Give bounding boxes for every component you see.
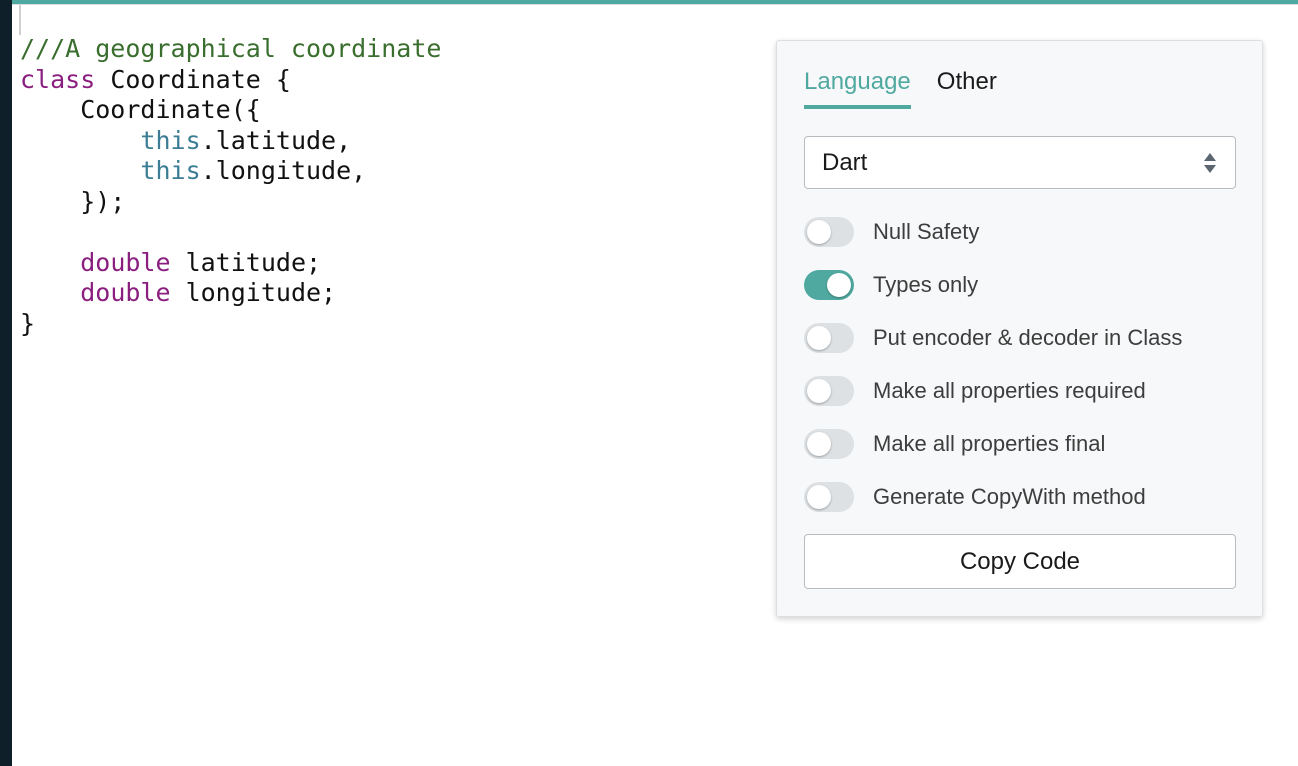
code-token-keyword: double bbox=[80, 247, 171, 277]
switch-knob bbox=[807, 432, 831, 456]
code-token-keyword: class bbox=[20, 64, 96, 94]
toggle-row-null-safety: Null Safety bbox=[804, 217, 979, 247]
switch-knob bbox=[807, 220, 831, 244]
code-token-plain: Coordinate({ bbox=[20, 95, 261, 124]
final-switch[interactable] bbox=[804, 429, 854, 459]
code-token-plain: Coordinate { bbox=[95, 64, 291, 94]
code-line: Coordinate({ bbox=[20, 95, 760, 126]
toggle-label: Make all properties final bbox=[873, 431, 1106, 456]
code-token-this: this bbox=[140, 156, 201, 185]
code-token-comment: ///A geographical coordinate bbox=[20, 34, 442, 63]
toggle-label: Make all properties required bbox=[873, 378, 1146, 403]
options-panel: Language Other Dart Null Safety Types on… bbox=[776, 40, 1263, 617]
code-line: double latitude; bbox=[20, 248, 760, 279]
code-line: } bbox=[20, 309, 760, 340]
select-arrows-icon bbox=[1204, 153, 1216, 173]
encoder-decoder-switch[interactable] bbox=[804, 323, 854, 353]
switch-knob bbox=[827, 273, 851, 297]
code-line: double longitude; bbox=[20, 278, 760, 309]
copywith-switch[interactable] bbox=[804, 482, 854, 512]
code-token-plain: longitude; bbox=[170, 278, 337, 307]
toggle-row-required: Make all properties required bbox=[804, 376, 1146, 406]
code-token-plain: } bbox=[20, 308, 36, 338]
code-token-plain: .longitude, bbox=[200, 156, 367, 185]
types-only-switch[interactable] bbox=[804, 270, 854, 300]
toggle-label: Types only bbox=[873, 272, 979, 297]
toggle-row-copywith: Generate CopyWith method bbox=[804, 482, 1146, 512]
code-token-keyword: double bbox=[80, 278, 171, 307]
copy-code-button[interactable]: Copy Code bbox=[804, 534, 1236, 589]
code-editor[interactable]: ///A geographical coordinate class Coordi… bbox=[20, 34, 760, 734]
code-line: ///A geographical coordinate bbox=[20, 34, 760, 65]
code-line: class Coordinate { bbox=[20, 65, 760, 96]
code-line: this.latitude, bbox=[20, 126, 760, 157]
tab-other[interactable]: Other bbox=[937, 67, 997, 109]
toggle-label: Put encoder & decoder in Class bbox=[873, 325, 1183, 350]
toggle-label: Generate CopyWith method bbox=[873, 484, 1146, 509]
required-switch[interactable] bbox=[804, 376, 854, 406]
tab-language[interactable]: Language bbox=[804, 67, 911, 109]
left-sidebar-strip bbox=[0, 0, 12, 766]
toggle-row-final: Make all properties final bbox=[804, 429, 1105, 459]
editor-gutter-marker bbox=[19, 5, 21, 35]
options-tabs: Language Other bbox=[804, 67, 1023, 111]
switch-knob bbox=[807, 379, 831, 403]
code-token-plain: }); bbox=[20, 186, 126, 216]
code-token-plain: latitude; bbox=[170, 247, 322, 277]
code-token-this: this bbox=[140, 125, 201, 155]
switch-knob bbox=[807, 326, 831, 350]
null-safety-switch[interactable] bbox=[804, 217, 854, 247]
toggle-row-types-only: Types only bbox=[804, 270, 978, 300]
code-token-plain: .latitude, bbox=[200, 125, 352, 155]
top-accent-bar bbox=[12, 0, 1298, 5]
language-select-value: Dart bbox=[822, 148, 868, 176]
code-line: this.longitude, bbox=[20, 156, 760, 187]
toggle-label: Null Safety bbox=[873, 219, 980, 244]
language-select[interactable]: Dart bbox=[804, 136, 1236, 189]
code-line: }); bbox=[20, 187, 760, 218]
switch-knob bbox=[807, 485, 831, 509]
toggle-row-encoder-decoder: Put encoder & decoder in Class bbox=[804, 323, 1182, 353]
